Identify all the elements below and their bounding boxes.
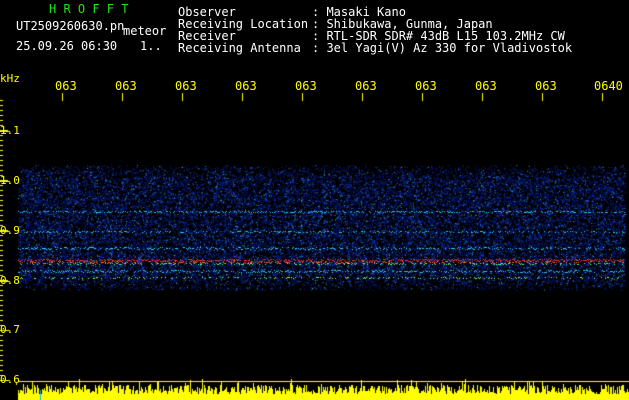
- meteor-label: meteor: [123, 24, 167, 38]
- meteor-count: 1..: [140, 39, 162, 53]
- datetime: 25.09.26 06:30: [16, 39, 118, 53]
- spectrogram-canvas: [0, 0, 629, 400]
- frequency-unit-label: kHz: [0, 72, 20, 85]
- freq-tick-label: 0.9: [0, 224, 20, 237]
- time-tick-label: 063: [535, 79, 557, 93]
- time-tick-label: 063: [175, 79, 197, 93]
- freq-tick-label: 1.1: [0, 124, 20, 137]
- freq-tick-label: 0.7: [0, 323, 20, 336]
- freq-tick-label: 0.6: [0, 373, 20, 386]
- freq-tick-label: 1.0: [0, 174, 20, 187]
- time-tick-label: 063: [355, 79, 377, 93]
- time-tick-label: 0640: [594, 79, 623, 93]
- time-tick-label: 063: [475, 79, 497, 93]
- time-tick-label: 063: [55, 79, 77, 93]
- time-tick-label: 063: [235, 79, 257, 93]
- hrofft-spectrogram-window: H R O F F T UT2509260630.pn meteor 25.09…: [0, 0, 629, 400]
- antenna-label: Receiving Antenna: [178, 41, 301, 55]
- antenna-value: : 3el Yagi(V) Az 330 for Vladivostok: [312, 41, 573, 55]
- freq-tick-label: 0.8: [0, 274, 20, 287]
- filename: UT2509260630.pn: [16, 19, 125, 33]
- time-tick-label: 063: [415, 79, 437, 93]
- time-tick-label: 063: [115, 79, 137, 93]
- time-tick-label: 063: [295, 79, 317, 93]
- brand-title: H R O F F T: [49, 2, 129, 16]
